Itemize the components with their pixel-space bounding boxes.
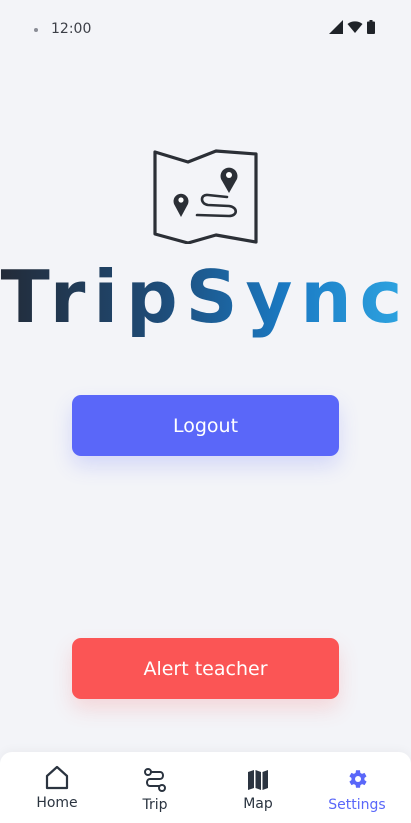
nav-item-settings[interactable]: Settings	[307, 752, 407, 823]
nav-item-map[interactable]: Map	[208, 752, 308, 823]
route-icon	[144, 768, 166, 792]
nav-label-home: Home	[36, 795, 78, 811]
battery-icon	[367, 20, 375, 34]
wifi-icon	[347, 21, 363, 33]
nav-item-home[interactable]: Home	[7, 752, 107, 823]
status-icons	[329, 20, 375, 34]
notification-dot-icon	[34, 28, 38, 32]
bottom-nav: Home Trip Map Settings	[0, 752, 411, 823]
alert-teacher-button[interactable]: Alert teacher	[72, 638, 339, 699]
nav-label-settings: Settings	[328, 797, 386, 813]
status-bar: 12:00	[0, 0, 411, 60]
cellular-signal-icon	[329, 20, 343, 34]
nav-item-trip[interactable]: Trip	[105, 752, 205, 823]
app-brand-name: TripSync	[0, 252, 411, 342]
nav-label-map: Map	[243, 796, 273, 812]
map-icon	[248, 770, 268, 790]
nav-label-trip: Trip	[142, 797, 168, 813]
logout-button[interactable]: Logout	[72, 395, 339, 456]
status-time: 12:00	[51, 21, 92, 37]
map-route-icon	[153, 149, 258, 244]
gear-icon	[349, 770, 367, 788]
home-icon	[45, 765, 69, 790]
